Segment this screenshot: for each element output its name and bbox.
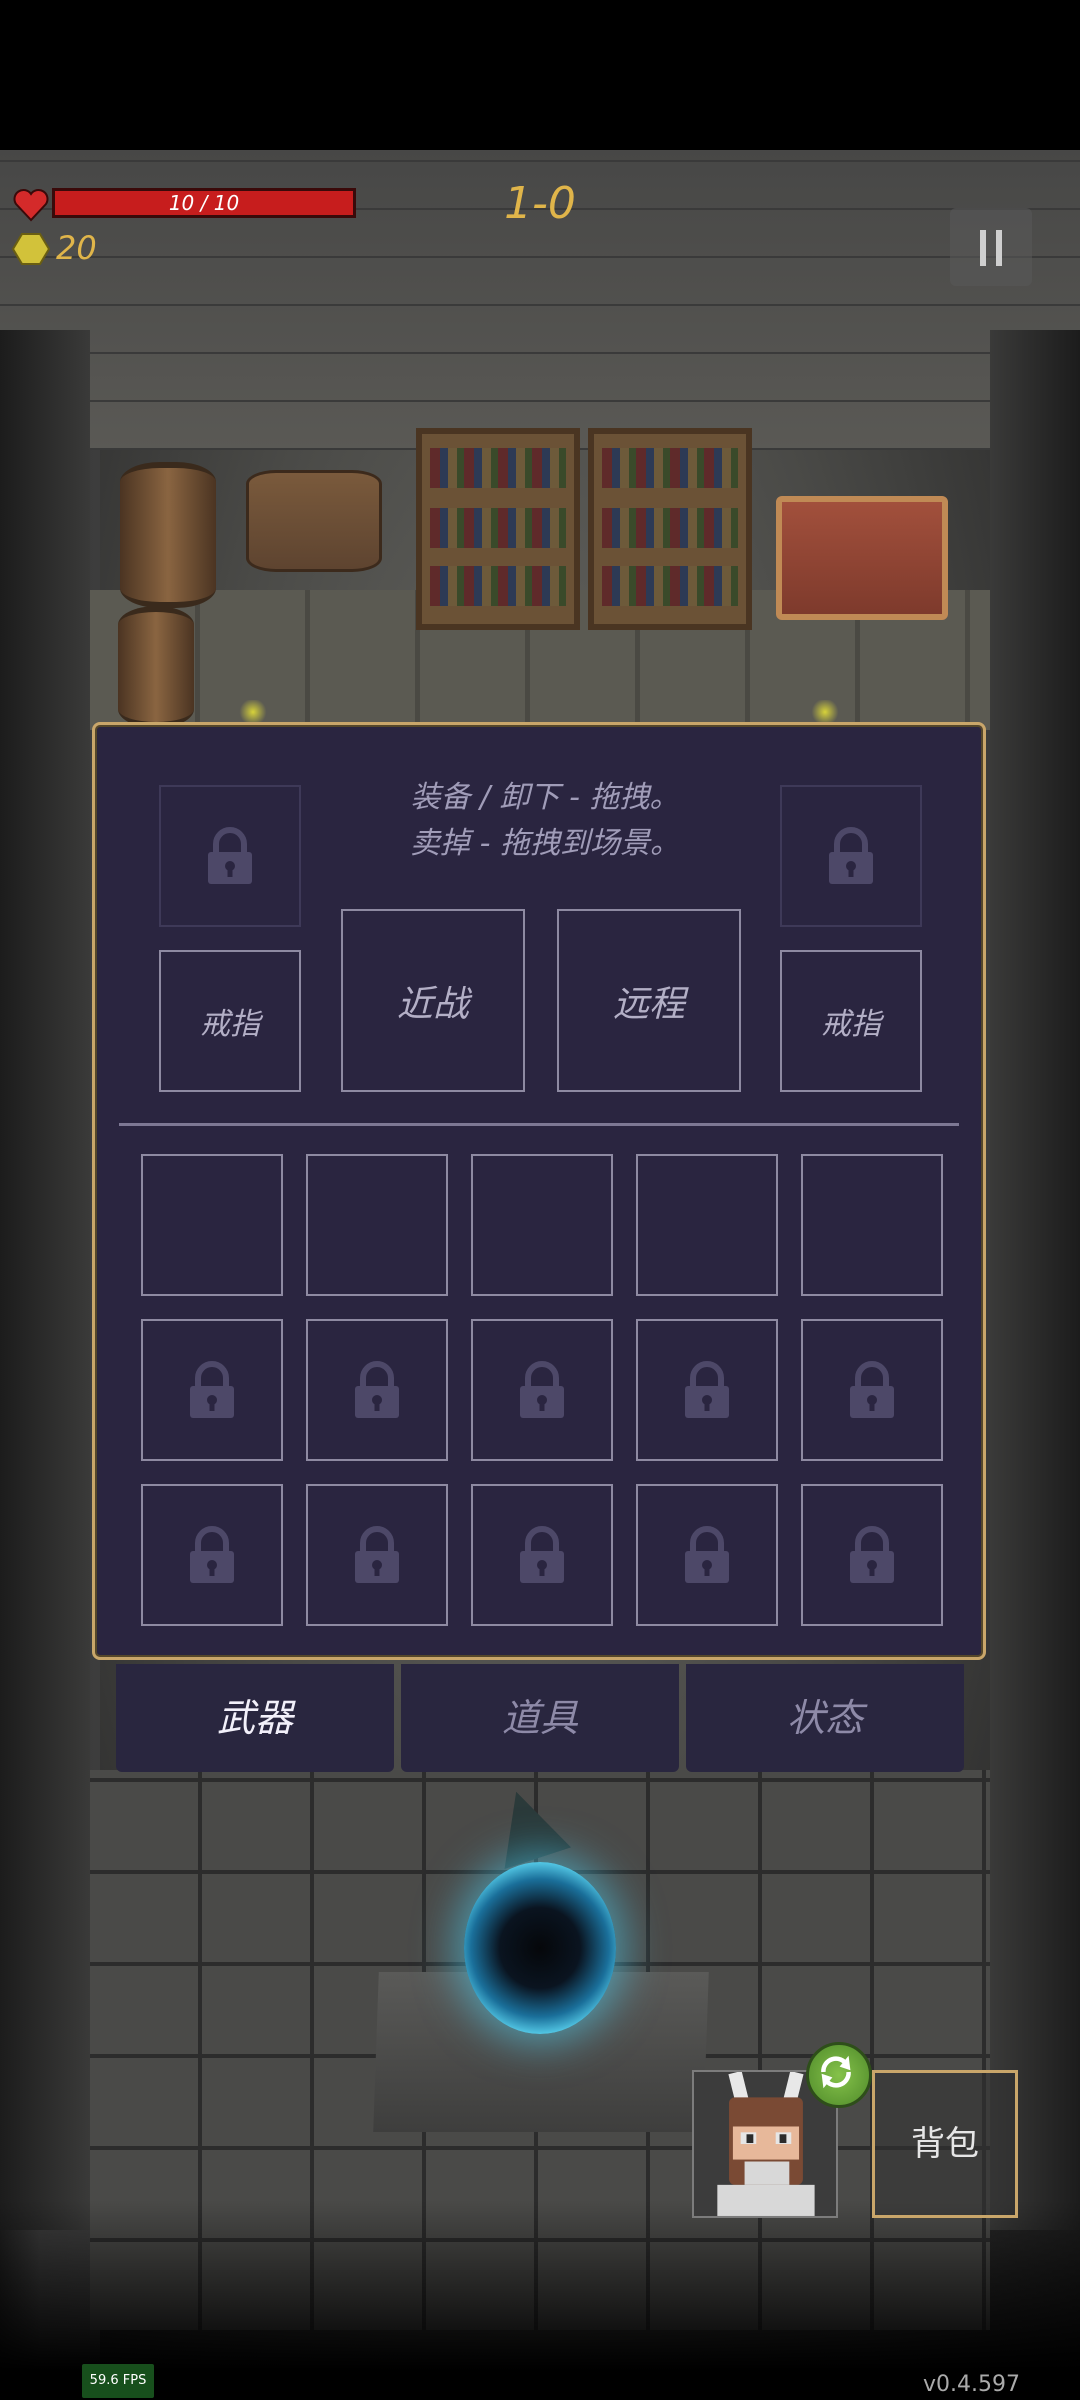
locked-inventory-slot [636, 1484, 778, 1626]
locked-inventory-slot [141, 1319, 283, 1461]
locked-inventory-slot [801, 1319, 943, 1461]
locked-inventory-slot [471, 1319, 613, 1461]
backpack-button[interactable]: 背包 [872, 2070, 1018, 2218]
lock-icon [355, 1361, 399, 1418]
ring-slot-label: 戒指 [821, 1007, 881, 1042]
floor-shadow [0, 2200, 1080, 2400]
lock-icon [520, 1361, 564, 1418]
bookshelf-prop [416, 428, 580, 630]
lock-icon [190, 1526, 234, 1583]
tab-status[interactable]: 状态 [686, 1664, 964, 1772]
locked-inventory-slot [306, 1484, 448, 1626]
melee-slot-label: 近战 [396, 983, 469, 1025]
inventory-slot[interactable] [141, 1154, 283, 1296]
coin-icon [12, 233, 50, 265]
ring-slot-right[interactable]: 戒指 [780, 950, 922, 1092]
locked-inventory-slot [801, 1484, 943, 1626]
inventory-slot[interactable] [801, 1154, 943, 1296]
locked-inventory-slot [306, 1319, 448, 1461]
barrel-prop [120, 462, 216, 608]
ring-slot-left[interactable]: 戒指 [159, 950, 301, 1092]
lock-icon [850, 1361, 894, 1418]
ranged-slot-label: 远程 [612, 983, 685, 1025]
inventory-slot[interactable] [471, 1154, 613, 1296]
tab-weapons[interactable]: 武器 [116, 1664, 394, 1772]
health-bar: 10 / 10 [52, 188, 356, 218]
lock-icon [829, 827, 873, 884]
locked-inventory-slot [636, 1319, 778, 1461]
gold-dust [810, 700, 840, 724]
version-label: v0.4.597 [923, 2372, 1020, 2397]
locked-equip-slot-left [159, 785, 301, 927]
treasure-chest[interactable] [776, 496, 948, 620]
ring-slot-label: 戒指 [200, 1007, 260, 1042]
lock-icon [520, 1526, 564, 1583]
lock-icon [850, 1526, 894, 1583]
panel-divider [119, 1123, 959, 1126]
melee-weapon-slot[interactable]: 近战 [341, 909, 525, 1092]
barrel-rack-prop [246, 470, 382, 572]
locked-equip-slot-right [780, 785, 922, 927]
lock-icon [685, 1361, 729, 1418]
inventory-slot[interactable] [636, 1154, 778, 1296]
heart-icon [13, 189, 49, 222]
swap-icon [821, 2055, 851, 2089]
left-wall [0, 330, 90, 2230]
lock-icon [685, 1526, 729, 1583]
hint-sell: 卖掉 - 拖拽到场景。 [410, 826, 680, 861]
inventory-slot[interactable] [306, 1154, 448, 1296]
health-text: 10 / 10 [168, 191, 240, 215]
gold-count: 20 [56, 229, 97, 267]
locked-inventory-slot [141, 1484, 283, 1626]
lock-icon [208, 827, 252, 884]
barrel-prop [118, 606, 194, 728]
inventory-panel: 装备 / 卸下 - 拖拽。 卖掉 - 拖拽到场景。 戒指 近战 远程 戒指 [92, 722, 986, 1660]
dungeon-portal[interactable] [464, 1862, 616, 2034]
tab-items[interactable]: 道具 [401, 1664, 679, 1772]
ranged-weapon-slot[interactable]: 远程 [557, 909, 741, 1092]
bookshelf-prop [588, 428, 752, 630]
lock-icon [355, 1526, 399, 1583]
locked-inventory-slot [471, 1484, 613, 1626]
lock-icon [190, 1361, 234, 1418]
hint-equip: 装备 / 卸下 - 拖拽。 [410, 780, 680, 815]
pause-icon [996, 230, 1002, 266]
gold-dust [238, 700, 268, 724]
stage-label: 1-0 [504, 178, 576, 229]
right-wall [990, 330, 1080, 2230]
swap-hero-button[interactable] [806, 2042, 872, 2108]
fps-counter: 59.6 FPS [82, 2364, 154, 2398]
pause-icon [980, 230, 986, 266]
pause-button[interactable] [950, 208, 1032, 286]
